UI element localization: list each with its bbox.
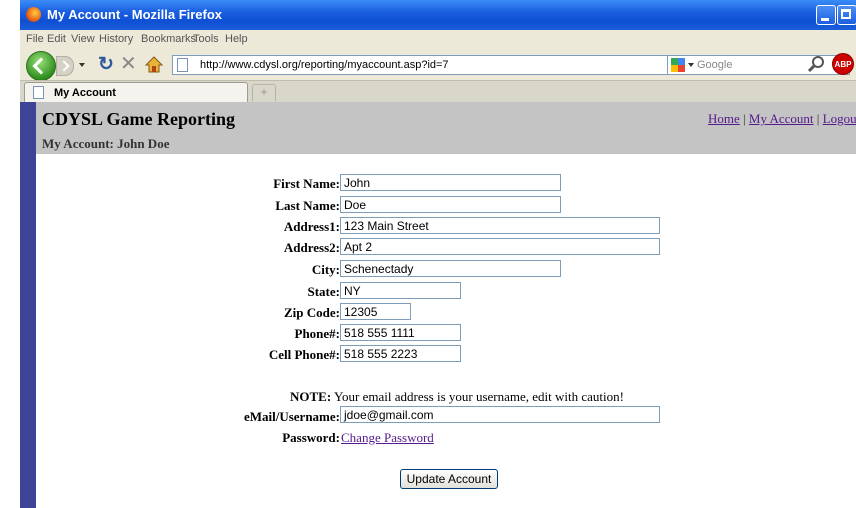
cell-phone-field[interactable]: 518 555 2223 — [340, 345, 461, 362]
top-links: Home | My Account | Logout — [708, 111, 856, 127]
title-bar[interactable]: My Account - Mozilla Firefox — [20, 0, 856, 30]
stop-icon[interactable]: ✕ — [120, 54, 137, 74]
link-separator: | — [813, 111, 823, 126]
zip-code-label: Zip Code: — [284, 305, 340, 320]
email-label: eMail/Username: — [243, 409, 340, 424]
address-bar[interactable]: http://www.cdysl.org/reporting/myaccount… — [172, 55, 797, 75]
address2-field[interactable]: Apt 2 — [340, 238, 660, 255]
url-text[interactable]: http://www.cdysl.org/reporting/myaccount… — [200, 59, 449, 71]
cell-phone-label: Cell Phone#: — [268, 347, 340, 362]
my-account-link[interactable]: My Account — [749, 111, 814, 126]
tab-my-account[interactable]: My Account — [24, 82, 248, 103]
page-left-bar — [20, 102, 36, 508]
account-subtitle: My Account: John Doe — [42, 136, 170, 151]
email-field[interactable]: jdoe@gmail.com — [340, 406, 660, 423]
adblock-icon[interactable]: ABP — [832, 53, 854, 75]
search-icon[interactable] — [807, 54, 827, 74]
desktop-margin — [0, 0, 20, 508]
update-account-button[interactable]: Update Account — [400, 469, 498, 489]
history-dropdown-icon[interactable] — [79, 63, 85, 67]
back-button[interactable] — [26, 51, 56, 81]
site-title: CDYSL Game Reporting — [42, 109, 235, 129]
search-placeholder[interactable]: Google — [697, 59, 732, 71]
menu-edit[interactable]: Edit — [47, 33, 66, 45]
last-name-field[interactable]: Doe — [340, 196, 561, 213]
state-field[interactable]: NY — [340, 282, 461, 299]
address1-label: Address1: — [283, 219, 340, 234]
menu-bar: File Edit View History Bookmarks Tools H… — [20, 30, 856, 48]
address2-label: Address2: — [283, 240, 340, 255]
tab-label: My Account — [54, 87, 116, 99]
link-separator: | — [739, 111, 749, 126]
page-icon — [177, 58, 188, 72]
logout-link[interactable]: Logout — [823, 111, 856, 126]
address1-field[interactable]: 123 Main Street — [340, 217, 660, 234]
home-link[interactable]: Home — [708, 111, 740, 126]
first-name-field[interactable]: John — [340, 174, 561, 191]
note-text: Your email address is your username, edi… — [331, 389, 624, 404]
zip-code-field[interactable]: 12305 — [340, 303, 411, 320]
browser-window: My Account - Mozilla Firefox File Edit V… — [20, 0, 856, 508]
first-name-label: First Name: — [273, 176, 340, 191]
firefox-icon — [26, 7, 41, 22]
menu-history[interactable]: History — [99, 33, 133, 45]
maximize-button[interactable] — [837, 5, 856, 25]
tab-page-icon — [33, 86, 44, 99]
password-label: Password: — [282, 430, 340, 445]
change-password-link[interactable]: Change Password — [341, 430, 434, 446]
window-title: My Account - Mozilla Firefox — [47, 7, 223, 22]
home-icon[interactable] — [144, 55, 164, 75]
city-field[interactable]: Schenectady — [340, 260, 561, 277]
new-tab-button[interactable]: + — [252, 84, 276, 101]
city-label: City: — [311, 262, 340, 277]
email-note: NOTE: Your email address is your usernam… — [290, 389, 624, 405]
phone-field[interactable]: 518 555 1111 — [340, 324, 461, 341]
page-content — [20, 102, 856, 508]
menu-tools[interactable]: Tools — [193, 33, 219, 45]
menu-file[interactable]: File — [26, 33, 44, 45]
menu-help[interactable]: Help — [225, 33, 248, 45]
menu-view[interactable]: View — [71, 33, 95, 45]
search-engine-dropdown-icon[interactable] — [688, 63, 694, 67]
last-name-label: Last Name: — [275, 198, 340, 213]
forward-button[interactable] — [56, 56, 74, 76]
minimize-button[interactable] — [816, 5, 836, 25]
note-label: NOTE: — [290, 389, 332, 404]
google-icon[interactable] — [671, 58, 685, 72]
menu-bookmarks[interactable]: Bookmarks — [141, 33, 196, 45]
state-label: State: — [307, 284, 341, 299]
reload-icon[interactable]: ↻ — [98, 55, 114, 75]
phone-label: Phone#: — [294, 326, 341, 341]
